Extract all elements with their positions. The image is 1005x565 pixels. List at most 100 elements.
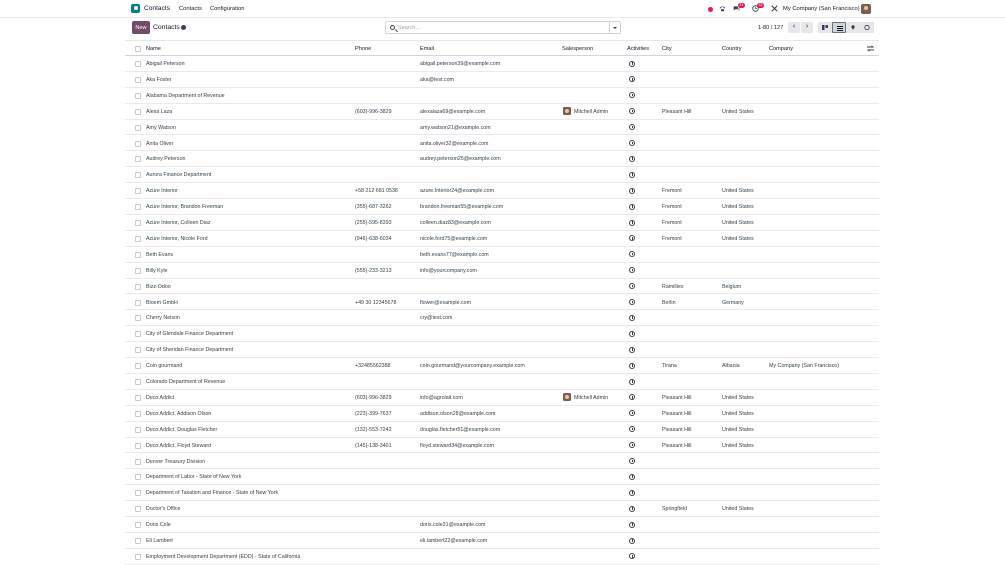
table-row[interactable]: Deco Addict (603)-996-3829 info@agrolait.c…: [125, 390, 879, 406]
row-checkbox[interactable]: [135, 315, 141, 322]
row-checkbox[interactable]: [135, 506, 141, 513]
activity-clock-icon[interactable]: [629, 187, 635, 194]
table-row[interactable]: Billy Kyle (555)-233-3213 info@yourcompany…: [125, 263, 879, 279]
activity-clock-icon[interactable]: [629, 473, 635, 480]
activity-clock-icon[interactable]: [629, 251, 635, 258]
activity-clock-icon[interactable]: [629, 235, 635, 242]
recording-indicator-icon[interactable]: [708, 6, 713, 12]
activity-clock-icon[interactable]: [629, 362, 635, 369]
table-row[interactable]: Anita Oliver anita.oliver32@example.com: [125, 136, 879, 152]
activity-clock-icon[interactable]: [629, 410, 635, 417]
row-checkbox[interactable]: [135, 61, 141, 67]
row-checkbox[interactable]: [135, 283, 141, 290]
table-row[interactable]: Colorado Department of Revenue: [125, 374, 879, 390]
activity-clock-icon[interactable]: [629, 537, 635, 544]
table-row[interactable]: Cherry Nelson cry@test.com: [125, 310, 879, 327]
table-row[interactable]: Coin gourmand +32485562388 coin.gourmand@y…: [125, 358, 879, 374]
activity-clock-icon[interactable]: [629, 203, 635, 210]
table-row[interactable]: Audrey Peterson audrey.peterson25@example…: [125, 151, 879, 168]
activity-clock-icon[interactable]: [629, 283, 635, 290]
company-switcher[interactable]: My Company (San Francisco): [783, 6, 860, 12]
activity-view-button[interactable]: [860, 22, 874, 33]
row-checkbox[interactable]: [135, 410, 141, 417]
row-checkbox[interactable]: [135, 442, 141, 449]
row-checkbox[interactable]: [135, 204, 141, 211]
table-row[interactable]: City of Glendale Finance Department: [125, 326, 879, 343]
column-company[interactable]: Company: [769, 46, 793, 52]
table-row[interactable]: Azure Interior, Brandon Freeman (355)-687…: [125, 199, 879, 215]
contacts-app-icon[interactable]: [131, 4, 140, 13]
column-country[interactable]: Country: [722, 46, 742, 52]
table-row[interactable]: Amy Watson amy.watson21@example.com: [125, 120, 879, 136]
table-row[interactable]: Department of Labor - State of New York: [125, 469, 879, 486]
column-activities[interactable]: Activities: [627, 46, 649, 52]
pager-previous-button[interactable]: ‹: [788, 22, 800, 33]
menu-configuration[interactable]: Configuration: [210, 6, 244, 12]
column-phone[interactable]: Phone: [355, 46, 371, 52]
column-email[interactable]: Email: [420, 46, 434, 52]
row-checkbox[interactable]: [135, 458, 141, 465]
row-checkbox[interactable]: [135, 140, 141, 147]
table-row[interactable]: Abigail Peterson abigail.peterson39@examp…: [125, 56, 879, 72]
row-checkbox[interactable]: [135, 553, 141, 560]
activity-clock-icon[interactable]: [629, 553, 635, 560]
table-row[interactable]: Azure Interior, Colleen Diaz (255)-595-83…: [125, 215, 879, 231]
search-icon[interactable]: [390, 25, 395, 30]
activity-clock-icon[interactable]: [629, 155, 635, 162]
user-avatar[interactable]: [861, 4, 871, 14]
table-row[interactable]: Deco Addict, Douglas Fletcher (132)-553-7…: [125, 422, 879, 438]
table-row[interactable]: Doris Cole doris.cole31@example.com: [125, 517, 879, 533]
activity-clock-icon[interactable]: [629, 140, 635, 146]
table-row[interactable]: Bloem GmbH +49 30 12345678 flower@example.…: [125, 295, 879, 311]
row-checkbox[interactable]: [135, 251, 141, 258]
app-name[interactable]: Contacts: [144, 5, 170, 12]
row-checkbox[interactable]: [135, 426, 141, 433]
new-button[interactable]: New: [132, 21, 150, 34]
activity-clock-icon[interactable]: [629, 426, 635, 433]
activity-clock-icon[interactable]: [629, 346, 635, 353]
table-row[interactable]: Bizz-Odoo Ramillies Belgium: [125, 279, 879, 295]
list-view-button[interactable]: [832, 22, 846, 33]
row-checkbox[interactable]: [135, 299, 141, 306]
gear-icon[interactable]: [181, 25, 186, 30]
select-all-checkbox[interactable]: [135, 45, 141, 52]
activity-clock-icon[interactable]: [629, 299, 635, 305]
table-row[interactable]: Deco Addict, Addison Olson (223)-399-7637…: [125, 406, 879, 422]
table-row[interactable]: Beth Evans beth.evans77@example.com: [125, 247, 879, 263]
activity-clock-icon[interactable]: [629, 521, 635, 528]
row-checkbox[interactable]: [135, 188, 141, 195]
row-checkbox[interactable]: [135, 379, 141, 385]
activity-clock-icon[interactable]: [629, 378, 635, 385]
row-checkbox[interactable]: [135, 522, 141, 529]
row-checkbox[interactable]: [135, 92, 141, 99]
optional-columns-icon[interactable]: [867, 45, 874, 52]
row-checkbox[interactable]: [135, 124, 141, 131]
row-checkbox[interactable]: [135, 490, 141, 497]
activity-clock-icon[interactable]: [629, 442, 635, 449]
table-row[interactable]: Eli Lambert eli.lambert22@example.com: [125, 533, 879, 549]
table-row[interactable]: Aka Foster aka@test.com: [125, 72, 879, 88]
row-checkbox[interactable]: [135, 347, 141, 354]
map-view-button[interactable]: [846, 22, 860, 33]
table-row[interactable]: Azure Interior +58 212 681 0538 azure.Inte…: [125, 183, 879, 200]
activity-clock-icon[interactable]: [629, 394, 635, 401]
row-checkbox[interactable]: [135, 538, 141, 544]
row-checkbox[interactable]: [135, 220, 141, 226]
row-checkbox[interactable]: [135, 267, 141, 274]
row-checkbox[interactable]: [135, 474, 141, 481]
row-checkbox[interactable]: [135, 235, 141, 242]
column-name[interactable]: Name: [146, 46, 161, 52]
activity-clock-icon[interactable]: [629, 171, 635, 178]
table-row[interactable]: City of Sheridan Finance Department: [125, 342, 879, 359]
row-checkbox[interactable]: [135, 108, 141, 115]
activity-clock-icon[interactable]: [629, 92, 635, 99]
row-checkbox[interactable]: [135, 76, 141, 83]
table-row[interactable]: Department of Taxation and Finance - Sta…: [125, 485, 879, 502]
row-checkbox[interactable]: [135, 394, 141, 401]
row-checkbox[interactable]: [135, 172, 141, 179]
table-row[interactable]: Denver Treasury Division: [125, 454, 879, 470]
pager-value[interactable]: 1-80 / 127: [758, 25, 783, 31]
table-row[interactable]: Employment Development Department (EDD) …: [125, 549, 879, 565]
search-input[interactable]: [398, 24, 598, 32]
table-row[interactable]: Doctor's Office Springfield United States: [125, 501, 879, 518]
